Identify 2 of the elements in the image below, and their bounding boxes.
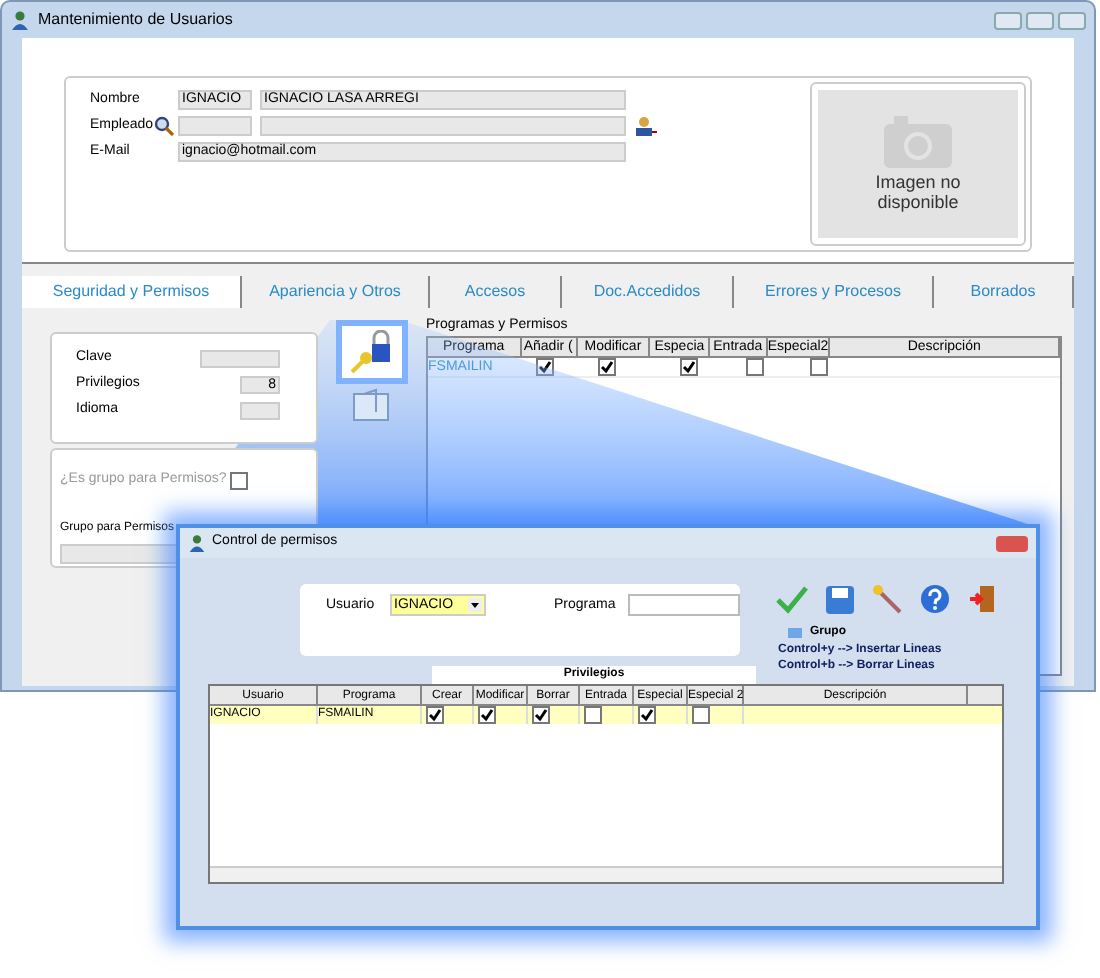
window-title: Mantenimiento de Usuarios [38,8,233,32]
photo-caption: Imagen no disponible [873,172,963,212]
